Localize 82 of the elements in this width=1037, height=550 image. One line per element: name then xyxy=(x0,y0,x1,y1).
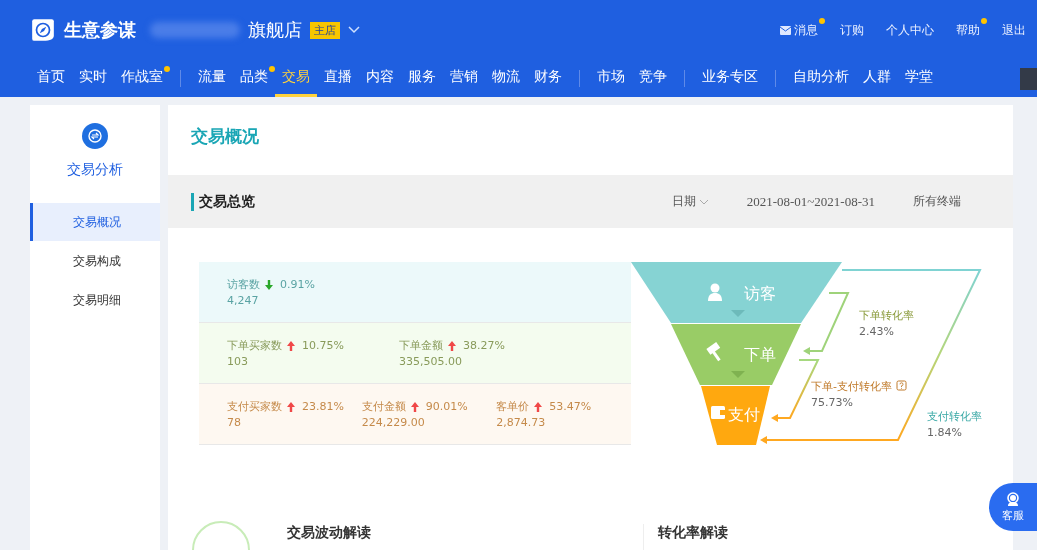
wallet-icon xyxy=(711,406,725,419)
gavel-icon xyxy=(706,342,721,362)
nav-tab[interactable]: 交易 xyxy=(275,60,317,97)
nav-tab[interactable]: 首页 xyxy=(30,60,72,97)
notification-dot xyxy=(819,17,825,24)
help-icon[interactable] xyxy=(896,380,907,391)
metric-value: 224,229.00 xyxy=(361,416,426,429)
stage-label: 下单 xyxy=(744,345,776,364)
nav-tab[interactable]: 自助分析 xyxy=(786,60,856,97)
header-link[interactable]: 帮助 xyxy=(945,21,991,39)
nav-tab[interactable]: 流量 xyxy=(191,60,233,97)
metric-label: 下单金额 xyxy=(399,338,443,353)
rate-value: 2.43% xyxy=(859,325,894,338)
nav-tab[interactable]: 营销 xyxy=(443,60,485,97)
terminal-dropdown[interactable]: 所有终端 xyxy=(913,193,961,210)
notification-dot xyxy=(269,66,275,72)
rate-value: 1.84% xyxy=(927,426,962,439)
nav-tab[interactable]: 财务 xyxy=(527,60,569,97)
mail-icon xyxy=(780,25,791,35)
compass-icon xyxy=(30,17,56,43)
metric-label: 支付金额 xyxy=(361,399,406,414)
chevron-down-icon[interactable] xyxy=(348,26,360,34)
nav-tab[interactable]: 竞争 xyxy=(632,60,674,97)
person-icon xyxy=(708,283,722,301)
caret-icon xyxy=(731,371,745,378)
exchange-icon xyxy=(82,123,108,149)
nav-tab[interactable]: 业务专区 xyxy=(695,60,765,97)
nav-tab[interactable]: 服务 xyxy=(401,60,443,97)
metric-change: 23.81% xyxy=(302,400,344,413)
rate-label: 支付转化率 xyxy=(927,410,982,423)
header-link[interactable]: 消息 xyxy=(769,21,829,39)
metric-label: 支付买家数 xyxy=(227,399,282,414)
metric-value: 78 xyxy=(227,416,242,429)
sidebar-item[interactable]: 交易概况 xyxy=(30,203,160,241)
nav-tab[interactable]: 人群 xyxy=(856,60,898,97)
metric-change: 53.47% xyxy=(549,400,592,413)
date-dropdown[interactable]: 日期 xyxy=(671,193,709,210)
nav-tab[interactable]: 内容 xyxy=(359,60,401,97)
nav-tab[interactable]: 品类 xyxy=(233,60,275,97)
header-link[interactable]: 退出 xyxy=(991,21,1037,39)
metric-change: 38.27% xyxy=(463,339,505,352)
rate-label: 下单-支付转化率 xyxy=(811,380,892,393)
caret-icon xyxy=(731,310,745,317)
customer-service-button[interactable]: 客服 xyxy=(989,483,1037,531)
sidebar-item[interactable]: 交易构成 xyxy=(30,242,160,280)
nav-tab[interactable]: 市场 xyxy=(590,60,632,97)
notification-dot xyxy=(164,66,170,72)
metric-value: 335,505.00 xyxy=(399,355,463,368)
metric-change: 10.75% xyxy=(302,339,344,352)
header-link[interactable]: 个人中心 xyxy=(875,21,945,39)
date-range: 2021-08-01~2021-08-31 xyxy=(746,193,875,210)
metric-label: 客单价 xyxy=(496,399,530,414)
nav-tab[interactable]: 物流 xyxy=(485,60,527,97)
section-title: 交易总览 xyxy=(191,192,255,211)
headset-icon xyxy=(1005,491,1021,506)
metric-value: 103 xyxy=(227,355,249,368)
header-link[interactable]: 订购 xyxy=(829,21,875,39)
sidebar-title: 交易分析 xyxy=(66,161,124,179)
nav-tab[interactable]: 实时 xyxy=(72,60,114,97)
chevron-down-icon xyxy=(698,198,709,205)
app-logo[interactable]: 生意参谋 xyxy=(64,18,136,42)
stage-label: 访客 xyxy=(744,284,776,303)
nav-tab[interactable]: 学堂 xyxy=(898,60,940,97)
sidebar-item[interactable]: 交易明细 xyxy=(30,281,160,319)
nav-tab[interactable]: 作战室 xyxy=(114,60,170,97)
metric-label: 访客数 xyxy=(227,277,260,292)
metric-change: 90.01% xyxy=(425,400,468,413)
rate-label: 下单转化率 xyxy=(859,309,914,322)
metric-value: 4,247 xyxy=(227,294,260,307)
shop-name: 旗舰店 xyxy=(248,18,302,42)
stage-label: 支付 xyxy=(728,405,760,424)
metric-value: 2,874.73 xyxy=(496,416,547,429)
metric-label: 下单买家数 xyxy=(227,338,282,353)
insight-title: 交易波动解读 xyxy=(287,524,371,540)
nav-tab[interactable]: 直播 xyxy=(317,60,359,97)
notification-dot xyxy=(981,17,987,24)
metric-change: 0.91% xyxy=(280,278,315,291)
page-title: 交易概况 xyxy=(190,125,260,148)
shop-badge: 主店 xyxy=(310,21,340,39)
thumbnail-icon[interactable] xyxy=(1020,67,1037,90)
insight-title: 转化率解读 xyxy=(657,524,728,540)
rate-value: 75.73% xyxy=(811,396,853,409)
